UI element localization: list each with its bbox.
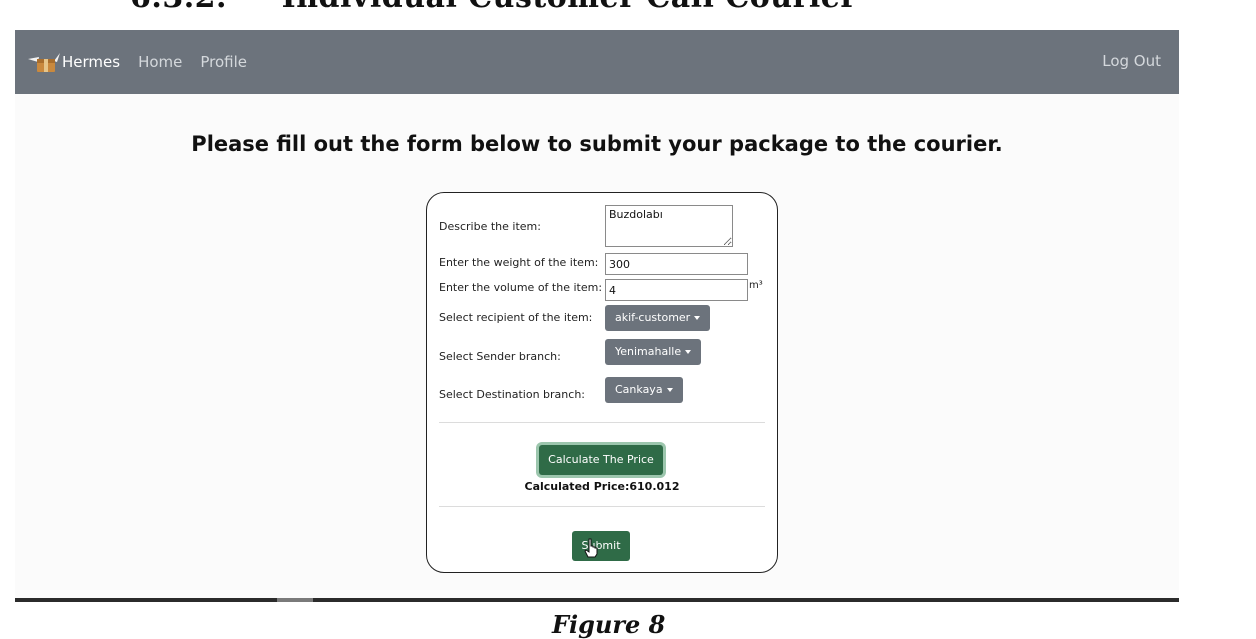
submit-button[interactable]: Submit [572, 531, 630, 561]
caret-down-icon [666, 388, 673, 392]
brand-label: Hermes [62, 53, 121, 71]
weight-input[interactable] [605, 253, 748, 275]
scroll-thumb[interactable] [277, 598, 313, 602]
navbar: Hermes Home Profile Log Out [15, 30, 1179, 94]
calculated-price-text: Calculated Price:610.012 [524, 480, 680, 493]
destination-branch-dropdown[interactable]: Cankaya [605, 377, 683, 403]
volume-label: Enter the volume of the item: [439, 281, 603, 294]
volume-unit: m³ [749, 280, 763, 291]
describe-item-textarea[interactable]: Buzdolabı [605, 205, 733, 247]
document-section-heading: 6.3.2. Individual Customer Call Courier [130, 0, 857, 15]
bottom-scroll-bar [15, 598, 1179, 602]
destination-branch-label: Select Destination branch: [439, 388, 585, 401]
app-window: Hermes Home Profile Log Out Please fill … [15, 30, 1179, 600]
caret-down-icon [694, 316, 701, 320]
page-title: Please fill out the form below to submit… [191, 132, 1003, 156]
nav-link-profile[interactable]: Profile [200, 53, 247, 71]
sender-branch-dropdown[interactable]: Yenimahalle [605, 339, 702, 365]
recipient-value: akif-customer [615, 311, 691, 324]
weight-label: Enter the weight of the item: [439, 256, 599, 269]
divider [439, 506, 765, 507]
recipient-dropdown[interactable]: akif-customer [605, 305, 711, 331]
hand-pointer-icon [584, 538, 598, 558]
figure-caption: Figure 8 [552, 610, 666, 639]
volume-input[interactable] [605, 279, 748, 301]
sender-branch-label: Select Sender branch: [439, 350, 561, 363]
divider [439, 422, 765, 423]
recipient-label: Select recipient of the item: [439, 311, 593, 324]
sender-branch-value: Yenimahalle [615, 345, 682, 358]
courier-form-card: Describe the item: Buzdolabı Enter the w… [426, 192, 778, 573]
brand-link[interactable]: Hermes [27, 50, 120, 74]
describe-label: Describe the item: [439, 220, 541, 233]
destination-branch-value: Cankaya [615, 383, 663, 396]
nav-link-home[interactable]: Home [138, 53, 182, 71]
caret-down-icon [685, 350, 692, 354]
calculate-price-button[interactable]: Calculate The Price [539, 445, 663, 475]
winged-box-icon [28, 53, 60, 72]
logout-link[interactable]: Log Out [1102, 52, 1161, 70]
